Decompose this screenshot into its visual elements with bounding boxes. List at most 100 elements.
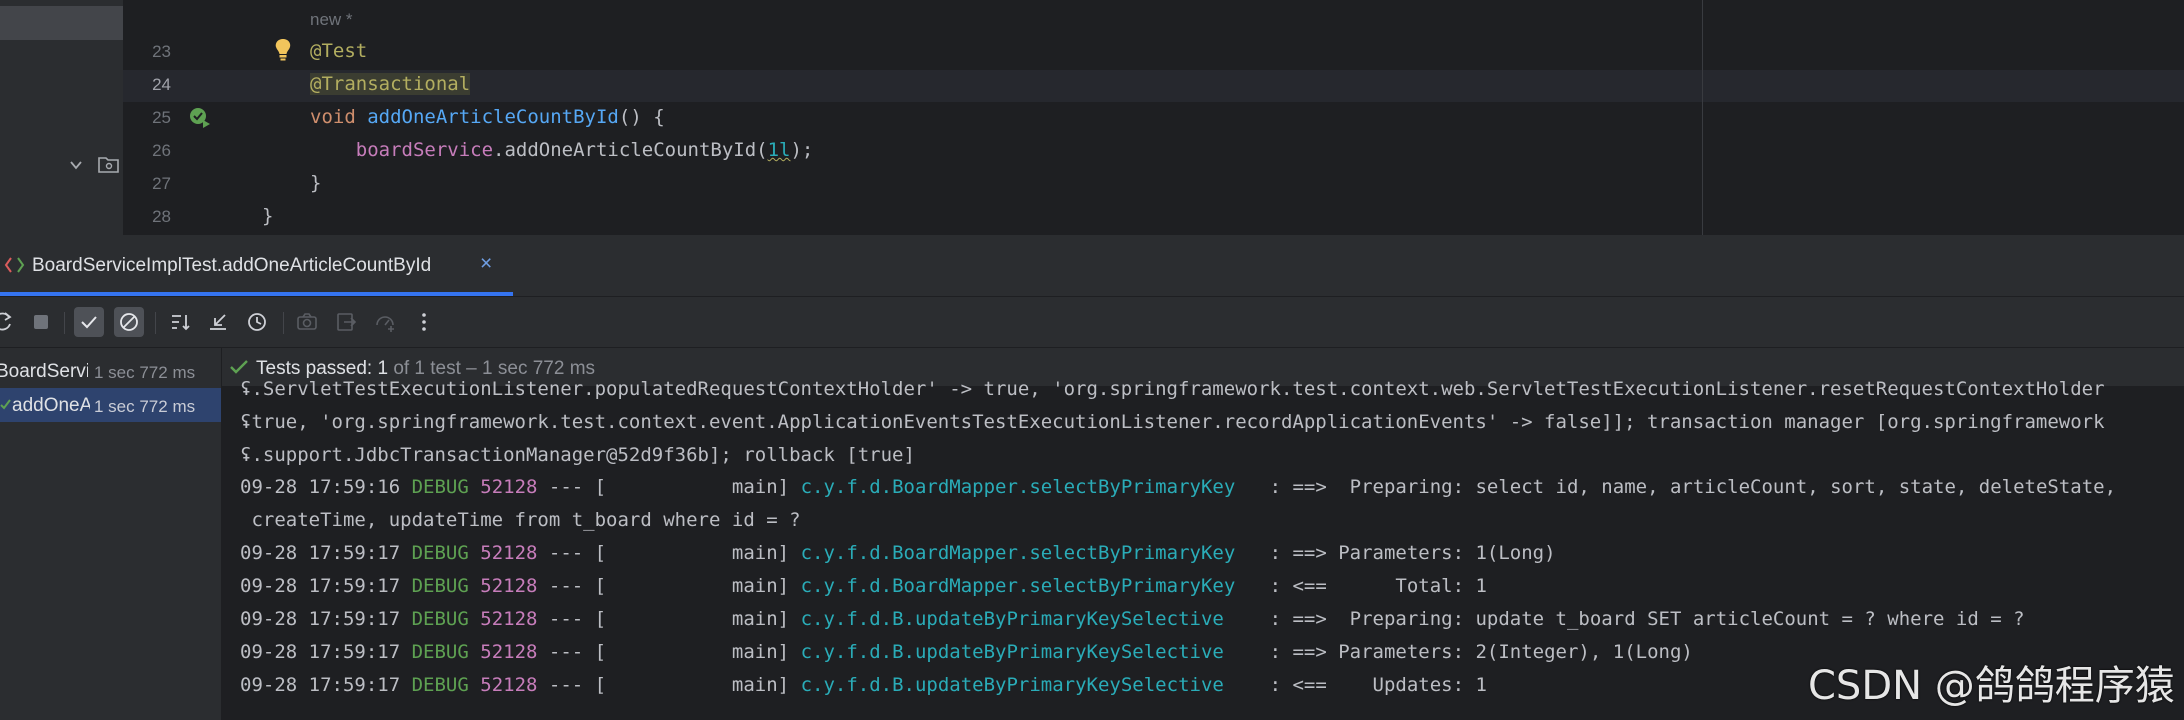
log-message: : ==> Preparing: update t_board SET arti… (1258, 608, 2025, 630)
log-message: : ==> Parameters: 1(Long) (1258, 542, 1556, 564)
log-timestamp: 09-28 17:59:17 (240, 608, 401, 630)
export-icon (331, 307, 361, 337)
log-timestamp: 09-28 17:59:17 (240, 641, 401, 663)
folder-icon (97, 155, 121, 175)
check-icon (228, 357, 250, 377)
log-level: DEBUG (411, 641, 469, 663)
status-detail: of 1 test – 1 sec 772 ms (393, 358, 596, 379)
log-level: DEBUG (411, 476, 469, 498)
history-icon[interactable] (242, 307, 272, 337)
code-line-25[interactable]: void addOneArticleCountById() { (310, 106, 665, 128)
code-text: } (310, 172, 322, 194)
close-icon[interactable]: × (480, 252, 492, 276)
log-thread: --- [ main] (537, 641, 801, 663)
code-text: .addOneArticleCountById( (493, 139, 768, 161)
log-message: : <== Updates: 1 (1258, 674, 1487, 696)
annotation-test: @Test (310, 40, 368, 62)
run-tool-window: BoardServiceImplTest.addOneArticleCountB… (0, 235, 2184, 720)
log-thread: --- [ main] (537, 575, 801, 597)
camera-icon (292, 307, 322, 337)
sort-icon[interactable] (165, 307, 195, 337)
line-number: 26 (152, 141, 171, 160)
log-logger: c.y.f.d.BoardMapper.selectByPrimaryKey (800, 542, 1259, 564)
log-line: 09-28 17:59:17 DEBUG 52128 --- [ main] c… (240, 608, 2025, 630)
log-thread: --- [ main] (537, 542, 801, 564)
chevron-down-icon[interactable] (66, 155, 86, 175)
run-tab[interactable]: BoardServiceImplTest.addOneArticleCountB… (0, 235, 513, 297)
log-logger: c.y.f.d.B.updateByPrimaryKeySelective (800, 608, 1259, 630)
log-line: createTime, updateTime from t_board wher… (240, 509, 801, 531)
log-pid: 52128 (480, 476, 538, 498)
stop-icon[interactable] (26, 307, 56, 337)
log-message: : ==> Parameters: 2(Integer), 1(Long) (1258, 641, 1693, 663)
log-pid: 52128 (480, 542, 538, 564)
rerun-icon[interactable] (0, 307, 18, 337)
watermark: CSDN @鸽鸽程序猿 (1808, 663, 2175, 709)
code-line-28[interactable]: } (262, 205, 273, 227)
line-number: 28 (152, 207, 171, 226)
tree-item-time: 1 sec 772 ms (94, 397, 196, 416)
console-wrapped-line: ʢtrue, 'org.springframework.test.context… (240, 411, 2105, 433)
run-gutter-icon[interactable] (188, 106, 212, 130)
show-passed-icon[interactable] (74, 307, 104, 337)
log-level: DEBUG (411, 674, 469, 696)
junit-tab-icon (4, 255, 26, 275)
collapse-icon[interactable] (203, 307, 233, 337)
tree-row-test-class[interactable]: BoardServiceImplTest 1 sec 772 ms (0, 354, 221, 388)
log-message: : <== Total: 1 (1258, 575, 1487, 597)
log-logger: c.y.f.d.B.updateByPrimaryKeySelective (800, 641, 1259, 663)
log-thread: --- [ main] (537, 608, 801, 630)
line-number: 24 (152, 75, 171, 94)
log-line: 09-28 17:59:17 DEBUG 52128 --- [ main] c… (240, 641, 1693, 663)
code-text: ); (790, 139, 814, 161)
project-tree-strip[interactable] (0, 0, 123, 235)
log-line: 09-28 17:59:17 DEBUG 52128 --- [ main] c… (240, 575, 1487, 597)
tree-name-clip: BoardServiceImplTest (0, 354, 88, 388)
log-message: : ==> Preparing: select id, name, articl… (1258, 476, 2117, 498)
code-line-27[interactable]: } (310, 172, 321, 194)
log-message: createTime, updateTime from t_board wher… (240, 509, 801, 531)
code-line-23[interactable]: @Test (310, 40, 367, 62)
log-thread: --- [ main] (537, 476, 801, 498)
code-text: () { (618, 106, 665, 128)
project-tree-selected-row[interactable] (0, 6, 123, 40)
log-timestamp: 09-28 17:59:17 (240, 674, 401, 696)
status-count: 1 (377, 358, 389, 379)
editor-area[interactable]: 23 24 25 26 27 28 new * @Test @Transacti… (0, 0, 2184, 235)
log-timestamp: 09-28 17:59:16 (240, 476, 401, 498)
console-wrapped-line: ʢ.support.JdbcTransactionManager@52d9f36… (240, 444, 915, 466)
log-line: 09-28 17:59:17 DEBUG 52128 --- [ main] c… (240, 674, 1487, 696)
import-icon (370, 307, 400, 337)
log-line: 09-28 17:59:17 DEBUG 52128 --- [ main] c… (240, 542, 1556, 564)
test-results-tree: BoardServiceImplTest 1 sec 772 ms addOne… (0, 348, 221, 720)
show-ignored-icon[interactable] (114, 307, 144, 337)
log-logger: c.y.f.d.BoardMapper.selectByPrimaryKey (800, 575, 1259, 597)
tree-row-test-method[interactable]: addOneArticleCountById 1 sec 772 ms (0, 388, 221, 422)
log-pid: 52128 (480, 608, 538, 630)
bulb-icon[interactable] (272, 37, 294, 63)
log-timestamp: 09-28 17:59:17 (240, 542, 401, 564)
tree-item-label: BoardServiceImplTest (0, 361, 88, 382)
log-thread: --- [ main] (537, 674, 801, 696)
console-wrapped-line: ʢ.ServletTestExecutionListener.populated… (240, 378, 2105, 400)
code-line-26[interactable]: boardService.addOneArticleCountById(1l); (310, 139, 814, 161)
code-vision-hint[interactable]: new * (310, 10, 353, 30)
status-label: Tests passed: (256, 358, 373, 379)
more-icon[interactable] (409, 307, 439, 337)
code-line-24[interactable]: @Transactional (310, 73, 471, 95)
tree-name-clip: addOneArticleCountById (12, 388, 90, 422)
code-argument: 1l (767, 139, 791, 161)
toolbar-separator (283, 312, 284, 334)
log-level: DEBUG (411, 542, 469, 564)
toolbar-separator (155, 312, 156, 334)
run-toolbar (0, 297, 2184, 347)
log-level: DEBUG (411, 608, 469, 630)
log-line: 09-28 17:59:16 DEBUG 52128 --- [ main] c… (240, 476, 2116, 498)
log-pid: 52128 (480, 674, 538, 696)
log-pid: 52128 (480, 575, 538, 597)
line-number: 27 (152, 174, 171, 193)
annotation-transactional: @Transactional (310, 73, 471, 95)
toolbar-separator (64, 312, 65, 334)
line-number: 23 (152, 42, 171, 61)
log-logger: c.y.f.d.B.updateByPrimaryKeySelective (800, 674, 1259, 696)
